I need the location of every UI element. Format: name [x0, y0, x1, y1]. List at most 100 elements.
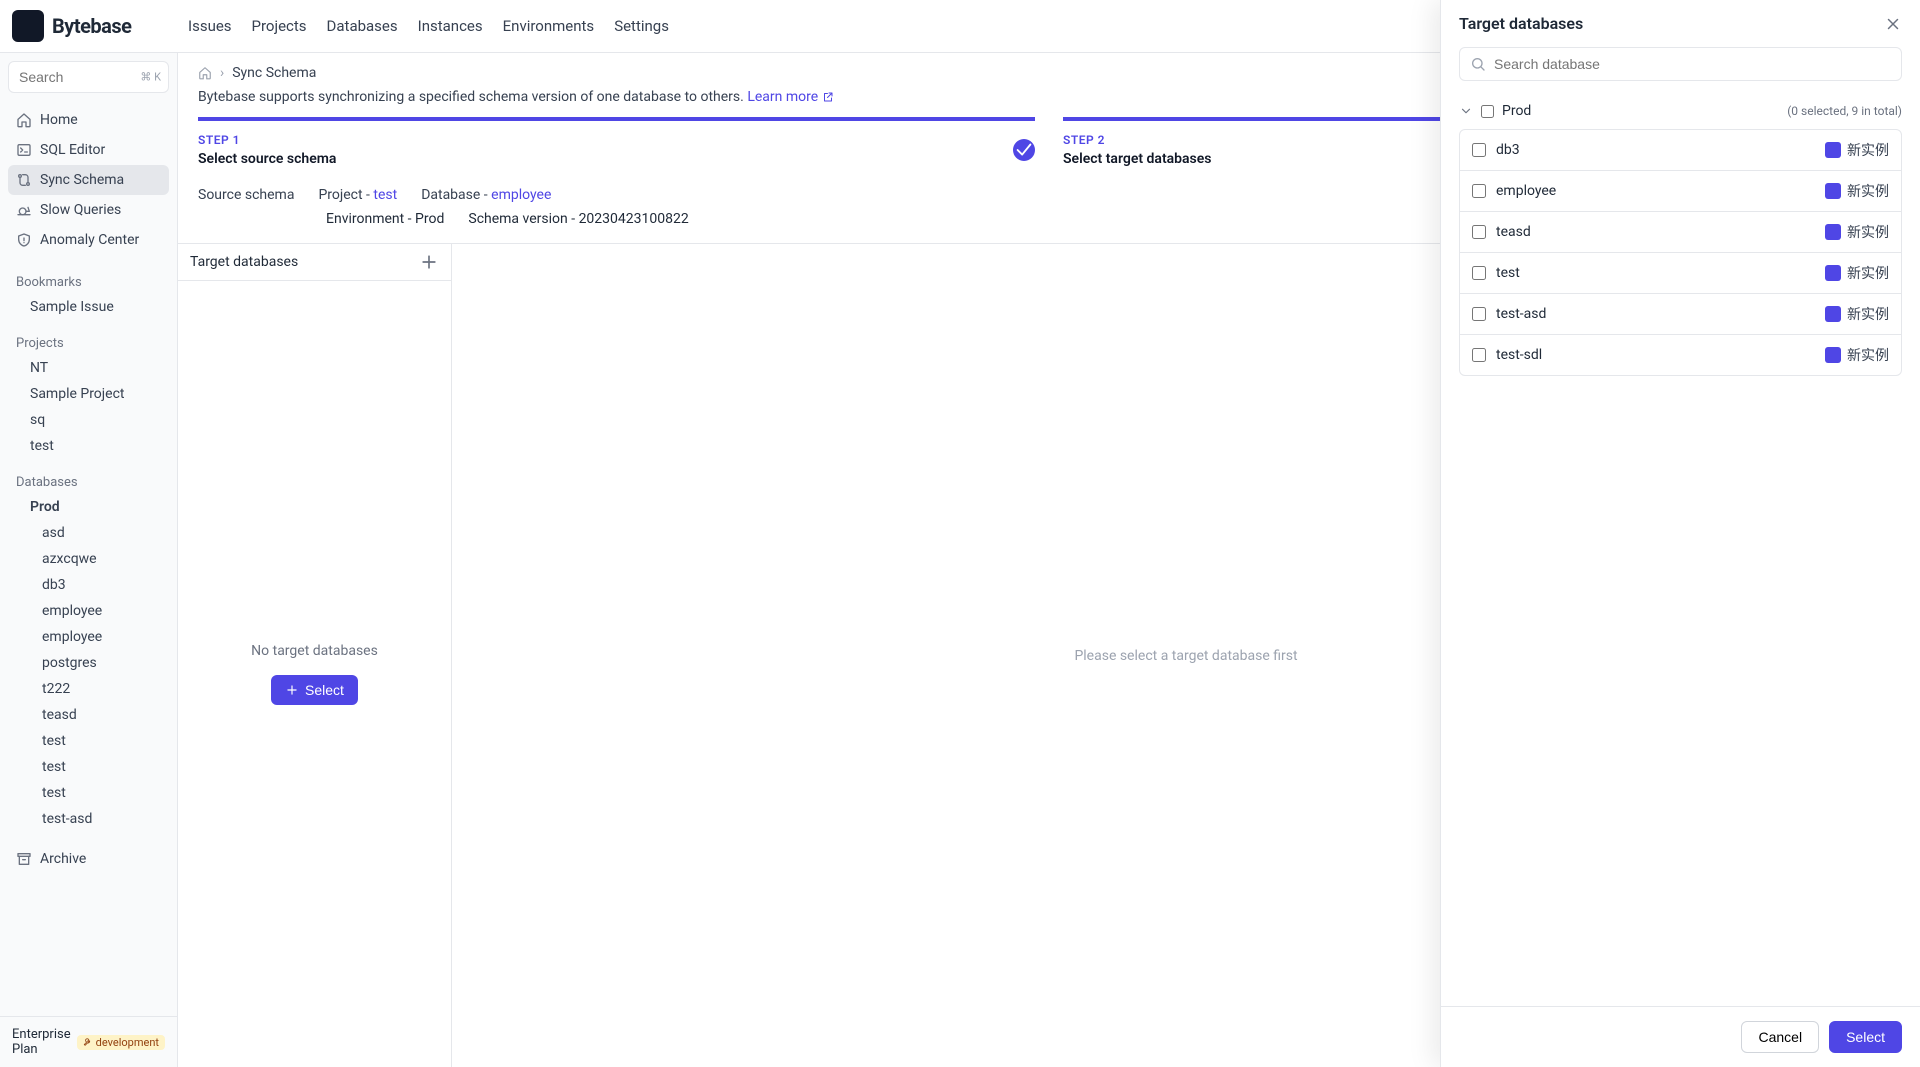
select-label: Select: [1846, 1029, 1885, 1045]
env-group-header[interactable]: Prod (0 selected, 9 in total): [1459, 93, 1902, 129]
home-icon[interactable]: [198, 66, 212, 80]
chevron-down-icon: [1459, 104, 1473, 118]
search-kbd: ⌘ K: [140, 71, 161, 84]
db-checkbox[interactable]: [1472, 143, 1486, 157]
sidebar-slow-queries[interactable]: Slow Queries: [8, 195, 169, 225]
project-link[interactable]: test: [373, 187, 397, 203]
db-name: test-sdl: [1496, 347, 1542, 363]
project-item[interactable]: test: [8, 433, 169, 459]
drawer-search-input[interactable]: [1494, 56, 1891, 72]
nav-databases[interactable]: Databases: [327, 11, 398, 41]
snail-icon: [16, 202, 32, 218]
db-row[interactable]: test-sdl 新实例: [1460, 335, 1901, 375]
version-link[interactable]: 20230423100822: [579, 211, 689, 227]
db-item[interactable]: test: [8, 754, 169, 780]
db-row[interactable]: employee 新实例: [1460, 171, 1901, 212]
db-env-prod[interactable]: Prod: [8, 494, 169, 520]
db-item[interactable]: test: [8, 780, 169, 806]
nav-settings[interactable]: Settings: [614, 11, 669, 41]
database-label: Database -: [421, 187, 487, 203]
plus-icon: [285, 683, 299, 697]
db-checkbox[interactable]: [1472, 266, 1486, 280]
bookmarks-title: Bookmarks: [8, 271, 169, 294]
sidebar-item-label: Archive: [40, 851, 86, 867]
version-label: Schema version -: [468, 211, 575, 227]
target-panel-header: Target databases: [178, 244, 451, 281]
hint-text: Bytebase supports synchronizing a specif…: [198, 89, 744, 105]
bookmark-sample-issue[interactable]: Sample Issue: [8, 294, 169, 320]
sidebar-anomaly[interactable]: Anomaly Center: [8, 225, 169, 255]
drawer-header: Target databases: [1441, 0, 1920, 47]
db-row[interactable]: test-asd 新实例: [1460, 294, 1901, 335]
target-panel: Target databases No target databases Sel…: [178, 244, 452, 1067]
sidebar-item-label: Slow Queries: [40, 202, 121, 218]
db-item[interactable]: t222: [8, 676, 169, 702]
drawer-search: [1441, 47, 1920, 93]
env-selection-summary: (0 selected, 9 in total): [1787, 104, 1902, 118]
brand-logo[interactable]: Bytebase: [12, 10, 172, 42]
database-link[interactable]: employee: [491, 187, 551, 203]
target-panel-body: No target databases Select: [178, 281, 451, 1067]
logo-mark-icon: [12, 10, 44, 42]
db-instance: 新实例: [1825, 345, 1889, 365]
db-instance: 新实例: [1825, 181, 1889, 201]
sidebar-item-label: Home: [40, 112, 78, 128]
db-item[interactable]: postgres: [8, 650, 169, 676]
nav-instances[interactable]: Instances: [418, 11, 483, 41]
postgres-icon: [1825, 265, 1841, 281]
db-item[interactable]: employee: [8, 598, 169, 624]
dev-badge: development: [77, 1035, 165, 1050]
nav-environments[interactable]: Environments: [503, 11, 595, 41]
close-drawer-button[interactable]: [1884, 15, 1902, 33]
db-item[interactable]: db3: [8, 572, 169, 598]
breadcrumb-current: Sync Schema: [232, 65, 316, 81]
db-checkbox[interactable]: [1472, 348, 1486, 362]
home-icon: [16, 112, 32, 128]
sidebar-databases: Databases Prod asd azxcqwe db3 employee …: [0, 471, 177, 832]
db-name: db3: [1496, 142, 1520, 158]
project-item[interactable]: NT: [8, 355, 169, 381]
env-select-all-checkbox[interactable]: [1481, 105, 1494, 118]
db-row[interactable]: teasd 新实例: [1460, 212, 1901, 253]
sidebar-sync-schema[interactable]: Sync Schema: [8, 165, 169, 195]
db-item[interactable]: azxcqwe: [8, 546, 169, 572]
project-item[interactable]: Sample Project: [8, 381, 169, 407]
nav-issues[interactable]: Issues: [188, 11, 232, 41]
db-item[interactable]: teasd: [8, 702, 169, 728]
db-instance: 新实例: [1825, 140, 1889, 160]
cancel-button[interactable]: Cancel: [1741, 1021, 1819, 1053]
db-checkbox[interactable]: [1472, 184, 1486, 198]
wrench-icon: [83, 1037, 93, 1047]
db-item[interactable]: test-asd: [8, 806, 169, 832]
env-group-prod: Prod (0 selected, 9 in total) db3 新实例 em…: [1459, 93, 1902, 376]
dev-badge-label: development: [96, 1036, 159, 1049]
target-drawer: Target databases Prod (0 selected, 9 in …: [1440, 0, 1920, 1067]
sidebar-home[interactable]: Home: [8, 105, 169, 135]
sidebar-bookmarks: Bookmarks Sample Issue: [0, 271, 177, 320]
project-item[interactable]: sq: [8, 407, 169, 433]
db-item[interactable]: asd: [8, 520, 169, 546]
db-checkbox[interactable]: [1472, 225, 1486, 239]
env-link[interactable]: Prod: [415, 211, 444, 227]
instance-name: 新实例: [1847, 345, 1889, 365]
db-item[interactable]: employee: [8, 624, 169, 650]
db-row[interactable]: test 新实例: [1460, 253, 1901, 294]
sidebar-archive[interactable]: Archive: [8, 844, 169, 874]
db-checkbox[interactable]: [1472, 307, 1486, 321]
db-row[interactable]: db3 新实例: [1460, 130, 1901, 171]
plan-label: Enterprise Plan: [12, 1027, 71, 1057]
db-item[interactable]: test: [8, 728, 169, 754]
add-target-button[interactable]: [419, 252, 439, 272]
select-targets-button[interactable]: Select: [271, 675, 358, 705]
nav-projects[interactable]: Projects: [252, 11, 307, 41]
target-empty-text: No target databases: [251, 643, 378, 659]
sidebar-projects: Projects NT Sample Project sq test: [0, 332, 177, 459]
instance-name: 新实例: [1847, 263, 1889, 283]
db-name: employee: [1496, 183, 1556, 199]
sidebar-sql-editor[interactable]: SQL Editor: [8, 135, 169, 165]
terminal-icon: [16, 142, 32, 158]
step-1-title: Select source schema: [198, 151, 336, 167]
sidebar-archive-wrap: Archive: [0, 840, 177, 878]
select-button[interactable]: Select: [1829, 1021, 1902, 1053]
learn-more-link[interactable]: Learn more: [747, 89, 833, 105]
